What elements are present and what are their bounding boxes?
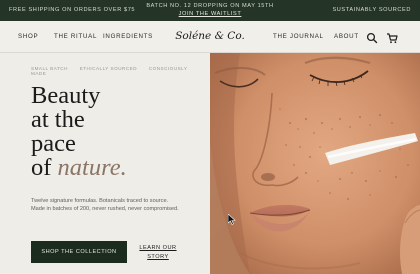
shop-collection-button[interactable]: SHOP THE COLLECTION <box>31 241 127 263</box>
headline-accent: nature. <box>57 154 127 181</box>
chip-ethically-sourced: ETHICALLY SOURCED <box>79 66 138 71</box>
hero-image <box>210 53 420 274</box>
sustainably-sourced-note: SUSTAINABLY SOURCED <box>332 7 411 13</box>
hero-headline: Beauty at the pace of nature. <box>31 82 127 181</box>
hero-content: SMALL BATCH ETHICALLY SOURCED CONSCIOUSL… <box>0 53 210 274</box>
search-icon[interactable] <box>366 31 378 44</box>
cart-icon[interactable] <box>386 31 398 44</box>
headline-of: of <box>31 154 52 181</box>
value-chips: SMALL BATCH ETHICALLY SOURCED CONSCIOUSL… <box>31 66 210 76</box>
announcement-bar: FREE SHIPPING ON ORDERS OVER $75 BATCH N… <box>0 0 420 21</box>
headline-line: Beauty <box>31 82 101 109</box>
headline-line: pace <box>31 130 76 157</box>
mouse-cursor-icon <box>227 212 236 225</box>
hero-description: Twelve signature formulas. Botanicals tr… <box>31 198 179 213</box>
headline-line: at the <box>31 106 85 133</box>
nav-item-the-journal[interactable]: THE JOURNAL <box>273 33 324 40</box>
learn-our-story-link[interactable]: LEARN OUR STORY <box>139 244 177 261</box>
headline-line: of nature. <box>31 154 127 181</box>
nav-item-about[interactable]: ABOUT <box>334 33 359 40</box>
main-navigation: SHOP THE RITUAL INGREDIENTS Soléne & Co.… <box>0 21 420 53</box>
